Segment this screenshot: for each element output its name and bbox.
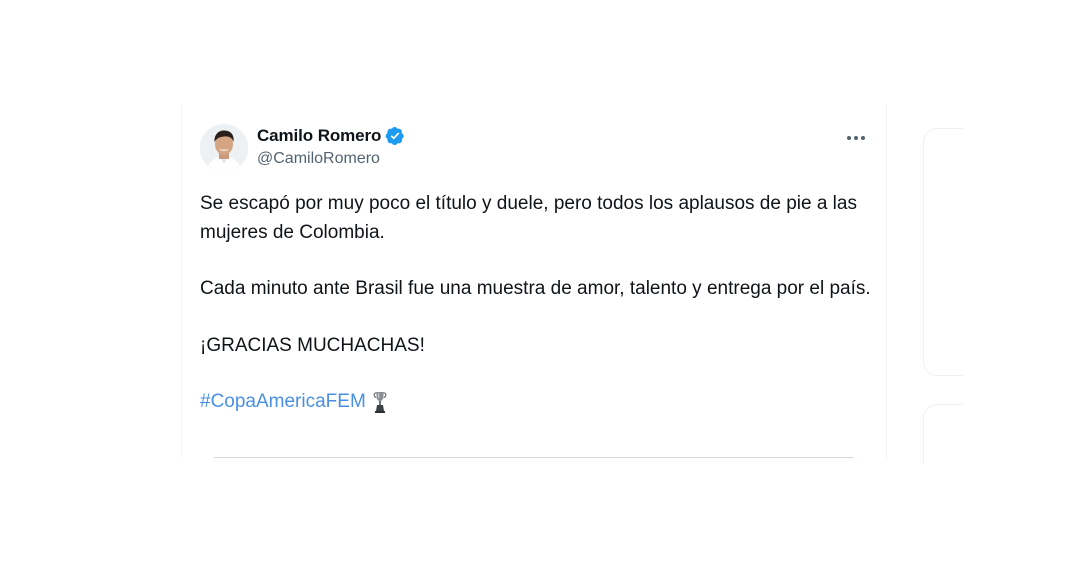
hashtag-row: #CopaAmericaFEM	[200, 388, 872, 417]
tweet-card[interactable]: Camilo Romero @CamiloRomero Se escapó po…	[181, 104, 887, 458]
tweet-paragraph: Se escapó por muy poco el título y duele…	[200, 193, 857, 243]
tweet-paragraph: Cada minuto ante Brasil fue una muestra …	[200, 278, 871, 299]
divider	[214, 457, 854, 458]
name-row: Camilo Romero	[257, 125, 405, 147]
hashtag-link[interactable]: #CopaAmericaFEM	[200, 388, 366, 417]
avatar-image	[200, 124, 248, 172]
author-handle[interactable]: @CamiloRomero	[257, 150, 405, 168]
page: Camilo Romero @CamiloRomero Se escapó po…	[0, 0, 1080, 566]
tweet-header: Camilo Romero @CamiloRomero	[200, 124, 868, 174]
trophy-icon	[372, 390, 388, 414]
more-horizontal-icon[interactable]	[844, 126, 868, 150]
tweet-paragraph: ¡GRACIAS MUCHACHAS!	[200, 334, 425, 356]
author-block: Camilo Romero @CamiloRomero	[257, 125, 405, 168]
verified-badge-icon[interactable]	[385, 126, 405, 146]
adjacent-card-edge	[923, 128, 963, 376]
tweet-text: Se escapó por muy poco el título y duele…	[200, 190, 872, 417]
adjacent-card-edge	[923, 404, 963, 464]
author-display-name[interactable]: Camilo Romero	[257, 126, 381, 146]
avatar[interactable]	[200, 124, 248, 172]
